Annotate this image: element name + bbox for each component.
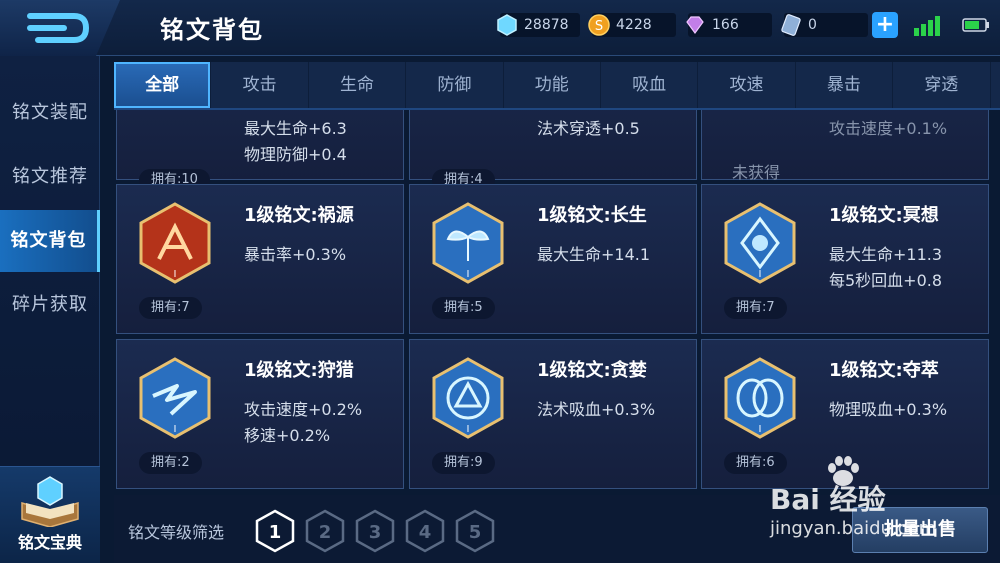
watermark-brand: Bai 经验	[770, 483, 886, 516]
battery-icon	[962, 18, 989, 32]
blue-rune-icon: I	[432, 357, 504, 439]
back-arrow-icon	[27, 13, 90, 43]
tab-penetration[interactable]: 穿透	[893, 62, 991, 108]
owned-count: 拥有:6	[724, 452, 787, 474]
rune-stat: 最大生命+6.3	[244, 119, 347, 138]
owned-count: 拥有:5	[432, 297, 495, 319]
blue-rune-icon: I	[724, 202, 796, 284]
svg-text:I: I	[174, 269, 177, 280]
signal-icon	[914, 16, 940, 36]
level-filter-3[interactable]: 3	[354, 509, 396, 553]
owned-count: 拥有:2	[139, 452, 202, 474]
rune-card[interactable]: 法术穿透+0.5 拥有:4	[409, 110, 697, 191]
rune-stat: 每5秒回血+0.8	[829, 271, 943, 290]
owned-count: 拥有:7	[139, 297, 202, 319]
owned-count: 拥有:7	[724, 297, 787, 319]
svg-text:I: I	[759, 424, 762, 435]
tab-defense[interactable]: 防御	[406, 62, 504, 108]
page-title: 铭文背包	[160, 16, 264, 44]
tab-attack[interactable]: 攻击	[211, 62, 309, 108]
rune-card[interactable]: 最大生命+6.3 物理防御+0.4 拥有:10	[116, 110, 404, 191]
tab-health[interactable]: 生命	[309, 62, 407, 108]
crystal-icon	[494, 12, 520, 38]
rune-stat: 暴击率+0.3%	[244, 245, 347, 264]
rune-name: 1级铭文:贪婪	[537, 360, 647, 381]
level-filter-1-label: 1	[269, 522, 282, 543]
ticket-icon	[778, 12, 804, 38]
level-filter-3-label: 3	[369, 522, 382, 543]
rune-card[interactable]: I 1级铭文:冥想 最大生命+11.3 每5秒回血+0.8 拥有:7	[701, 184, 989, 334]
svg-text:I: I	[759, 269, 762, 280]
crystal-value: 28878	[524, 17, 569, 33]
gold-value: 4228	[616, 17, 652, 33]
rune-name: 1级铭文:冥想	[829, 205, 939, 226]
sidebar-item-fragments[interactable]: 碎片获取	[0, 274, 100, 336]
svg-text:I: I	[174, 424, 177, 435]
gold-coin-icon: S	[586, 12, 612, 38]
rune-codex-label: 铭文宝典	[17, 533, 82, 552]
tab-attack-speed[interactable]: 攻速	[698, 62, 796, 108]
sidebar: 铭文装配 铭文推荐 铭文背包 碎片获取 铭文宝典	[0, 56, 100, 563]
crystal-counter: 28878	[497, 13, 580, 37]
rune-card[interactable]: 攻击速度+0.1% 未获得	[701, 110, 989, 182]
back-button[interactable]	[0, 0, 120, 56]
rune-stat: 法术吸血+0.3%	[537, 400, 656, 419]
tab-utility[interactable]: 功能	[504, 62, 601, 108]
level-filter-1[interactable]: 1	[254, 509, 296, 553]
rune-card[interactable]: I 1级铭文:长生 最大生命+14.1 拥有:5	[409, 184, 697, 334]
not-obtained-label: 未获得	[732, 163, 781, 182]
tab-all[interactable]: 全部	[114, 62, 212, 108]
category-tabs: 全部 攻击 生命 防御 功能 吸血 攻速 暴击 穿透	[114, 62, 1000, 110]
watermark-url: jingyan.baidu.com	[770, 518, 937, 539]
rune-name: 1级铭文:长生	[537, 205, 647, 226]
rune-stat: 攻击速度+0.1%	[829, 119, 948, 138]
level-filter-2[interactable]: 2	[304, 509, 346, 553]
diamond-value: 166	[712, 17, 739, 33]
svg-text:I: I	[467, 424, 470, 435]
gold-counter: S 4228	[588, 13, 676, 37]
owned-count: 拥有:9	[432, 452, 495, 474]
rune-stat: 最大生命+11.3	[829, 245, 943, 264]
blue-rune-icon: I	[724, 357, 796, 439]
rune-name: 1级铭文:祸源	[244, 205, 354, 226]
level-filter-4-label: 4	[419, 522, 432, 543]
rune-stat: 法术穿透+0.5	[537, 119, 640, 138]
rune-grid: 最大生命+6.3 物理防御+0.4 拥有:10 法术穿透+0.5 拥有:4 攻击…	[114, 110, 1000, 495]
level-filter-5-label: 5	[469, 522, 482, 543]
level-filter-4[interactable]: 4	[404, 509, 446, 553]
svg-text:S: S	[595, 19, 603, 34]
book-icon	[21, 476, 79, 527]
ticket-value: 0	[808, 17, 817, 33]
rune-name: 1级铭文:狩猎	[244, 360, 354, 381]
tab-lifesteal[interactable]: 吸血	[601, 62, 699, 108]
rune-stat: 物理吸血+0.3%	[829, 400, 948, 419]
tab-crit[interactable]: 暴击	[796, 62, 894, 108]
rune-card[interactable]: I 1级铭文:贪婪 法术吸血+0.3% 拥有:9	[409, 339, 697, 489]
rune-stat: 移速+0.2%	[244, 426, 331, 445]
rune-stat: 攻击速度+0.2%	[244, 400, 363, 419]
ticket-counter: 0	[781, 13, 868, 37]
rune-codex-button[interactable]: 铭文宝典	[0, 466, 100, 563]
rune-name: 1级铭文:夺萃	[829, 360, 939, 381]
sidebar-item-bag[interactable]: 铭文背包	[0, 210, 100, 272]
rune-card[interactable]: I 1级铭文:祸源 暴击率+0.3% 拥有:7	[116, 184, 404, 334]
blue-rune-icon: I	[139, 357, 211, 439]
svg-text:I: I	[467, 269, 470, 280]
red-rune-icon: I	[139, 202, 211, 284]
top-bar: 铭文背包 28878 S 4228 166 0 +	[0, 0, 1000, 56]
level-filter-5[interactable]: 5	[454, 509, 496, 553]
rune-card[interactable]: I 1级铭文:狩猎 攻击速度+0.2% 移速+0.2% 拥有:2	[116, 339, 404, 489]
level-filter-2-label: 2	[319, 522, 332, 543]
sidebar-item-equip[interactable]: 铭文装配	[0, 82, 100, 144]
sidebar-item-recommend[interactable]: 铭文推荐	[0, 146, 100, 208]
rune-stat: 物理防御+0.4	[244, 145, 347, 164]
diamond-icon	[682, 12, 708, 38]
level-filter-label: 铭文等级筛选	[128, 523, 225, 542]
diamond-counter: 166	[686, 13, 772, 37]
blue-rune-icon: I	[432, 202, 504, 284]
add-currency-button[interactable]: +	[872, 12, 898, 38]
rune-stat: 最大生命+14.1	[537, 245, 651, 264]
